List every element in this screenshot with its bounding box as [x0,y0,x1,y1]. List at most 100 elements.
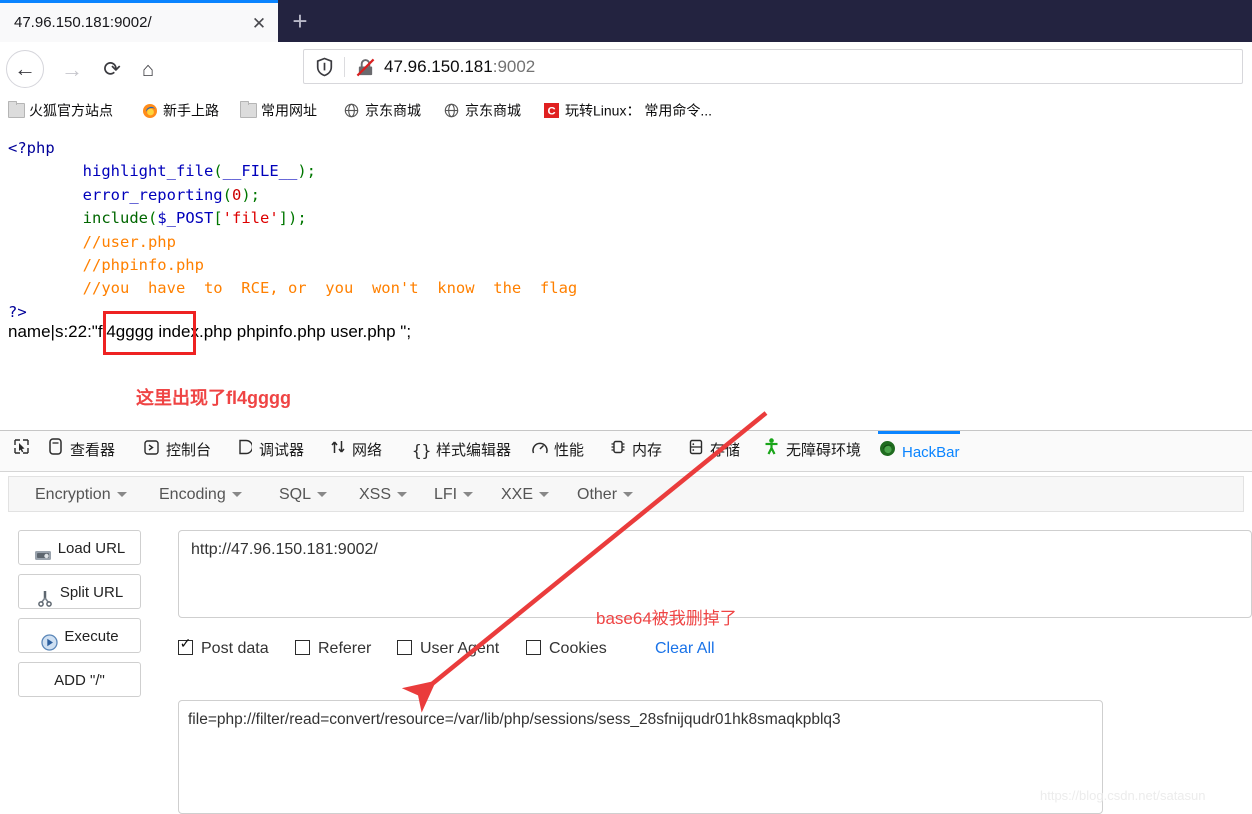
post-data-input[interactable]: file=php://filter/read=convert/resource=… [178,700,1103,814]
code-token: ; [250,185,261,204]
checkbox-label: Post data [201,640,269,657]
chevron-down-icon [539,492,550,498]
checkbox-user-agent[interactable]: User Agent [397,637,499,661]
forward-arrow-icon[interactable]: → [52,50,92,90]
browser-tab[interactable]: 47.96.150.181:9002/ ✕ [0,0,278,42]
menu-label: XXE [501,486,534,503]
menu-label: LFI [434,486,458,503]
broken-lock-icon [356,58,375,77]
folder-icon [8,100,25,118]
devtools-tab-storage[interactable]: 存储 [686,431,740,471]
checkbox-box [526,640,541,656]
hackbar-menu-lfi[interactable]: LFI [434,484,474,506]
address-bar-url: 47.96.150.181:9002 [384,56,535,78]
bookmark-item-1[interactable]: 新手上路 [142,99,219,119]
bookmark-item-5[interactable]: C 玩转Linux： 常用命令... [544,99,712,119]
php-source-code: <?php highlight_file(__FILE__); error_re… [0,125,1252,324]
hackbar-menu-other[interactable]: Other [577,484,634,506]
close-icon[interactable]: ✕ [248,13,270,35]
checkbox-box [178,636,193,656]
devtools-tab-inspector[interactable]: 查看器 [46,431,115,471]
bookmark-label: 京东商城 [465,102,521,119]
bookmark-item-3[interactable]: 京东商城 [344,99,421,119]
debugger-icon [235,431,254,471]
annotation-base64: base64被我删掉了 [596,609,737,628]
clear-all-link[interactable]: Clear All [655,637,715,661]
bookmark-label: 京东商城 [365,102,421,119]
checkbox-cookies[interactable]: Cookies [526,637,607,661]
bookmark-item-4[interactable]: 京东商城 [444,99,521,119]
reload-icon[interactable]: ⟳ [92,50,132,90]
execute-button[interactable]: Execute [18,618,141,653]
back-arrow-icon[interactable]: ← [6,50,44,88]
devtools-tab-network[interactable]: 网络 [328,431,382,471]
button-label: Split URL [59,584,124,601]
globe-icon [444,103,461,118]
inspector-picker-icon [12,431,31,471]
globe-icon [344,103,361,118]
load-url-icon [34,541,52,561]
hackbar-menu-encryption[interactable]: Encryption [35,484,127,506]
load-url-button[interactable]: Load URL [18,530,141,565]
network-icon [328,431,347,471]
address-bar[interactable]: 47.96.150.181:9002 [303,49,1243,84]
devtools-tab-label: 无障碍环境 [786,442,862,460]
devtools-tab-label: 样式编辑器 [436,442,512,460]
devtools-tab-console[interactable]: 控制台 [142,431,211,471]
browser-tab-strip: 47.96.150.181:9002/ ✕ + [0,0,1252,42]
chevron-down-icon [397,492,408,498]
devtools-tab-performance[interactable]: 性能 [530,431,584,471]
code-token: include [82,209,148,228]
storage-icon [686,431,705,471]
page-content: <?php highlight_file(__FILE__); error_re… [0,125,1252,425]
code-token: <?php [8,139,55,157]
address-port: :9002 [492,57,536,76]
highlight-box-fl4gggg [103,311,196,355]
plus-icon[interactable]: + [286,8,314,36]
code-token: ) [297,162,307,181]
split-url-button[interactable]: Split URL [18,574,141,609]
devtools-tab-label: 网络 [352,442,383,460]
hackbar-menu-sql[interactable]: SQL [279,484,328,506]
checkbox-post-data[interactable]: Post data [178,636,269,661]
devtools-tab-memory[interactable]: 内存 [608,431,662,471]
bookmark-item-0[interactable]: 火狐官方站点 [8,99,113,119]
menu-label: XSS [359,486,392,503]
code-token: ?> [8,302,27,321]
home-icon[interactable]: ⌂ [128,50,168,90]
bookmark-label: 新手上路 [163,102,219,119]
checkbox-label: Cookies [549,640,607,657]
devtools-tab-label: 调试器 [259,442,305,460]
code-token: error_reporting [82,185,223,204]
checkbox-referer[interactable]: Referer [295,637,371,661]
shield-icon [316,57,333,77]
add-slash-button[interactable]: ADD "/" [18,662,141,697]
devtools-tab-label: 存储 [710,442,741,460]
annotation-fl4gggg: 这里出现了fl4gggg [136,388,291,408]
memory-icon [608,431,627,471]
bookmark-label: 火狐官方站点 [29,102,113,119]
menu-label: SQL [279,486,312,503]
bookmark-item-2[interactable]: 常用网址 [240,99,317,119]
devtools-tab-accessibility[interactable]: 无障碍环境 [762,431,861,471]
code-token: ( [147,209,158,228]
hackbar-menu-xss[interactable]: XSS [359,484,408,506]
hackbar-menu-xxe[interactable]: XXE [501,484,550,506]
devtools-tab-label: 性能 [554,442,585,460]
devtools-tab-style-editor[interactable]: {} 样式编辑器 [412,431,511,471]
devtools-tab-picker[interactable] [12,431,36,471]
browser-tab-title: 47.96.150.181:9002/ [14,14,152,31]
code-token: ) [288,209,298,228]
style-editor-icon: {} [412,441,432,461]
button-label: ADD "/" [54,672,105,689]
hackbar-menu-encoding[interactable]: Encoding [159,484,242,506]
devtools-tab-label: HackBar [902,444,960,462]
screenshot-root: 47.96.150.181:9002/ ✕ + ← → ⟳ ⌂ 47.96.15… [0,0,1252,814]
code-token: ; [306,162,316,181]
code-token: $_POST [157,209,214,228]
code-token: ; [297,209,307,228]
menu-label: Other [577,486,618,503]
address-bar-separator [344,57,345,77]
devtools-tab-debugger[interactable]: 调试器 [235,431,304,471]
devtools-tab-hackbar[interactable]: HackBar [878,431,960,471]
